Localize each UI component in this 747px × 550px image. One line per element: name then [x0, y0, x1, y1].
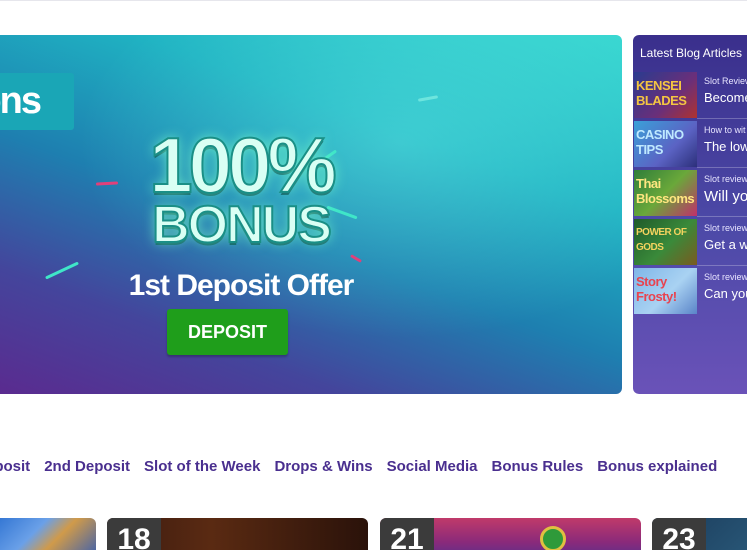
- tab-1st-deposit[interactable]: eposit: [0, 456, 30, 478]
- article-category: Slot Review: [704, 76, 747, 86]
- card-day-number: 21: [380, 518, 434, 550]
- bonus-title: BONUS: [151, 196, 333, 254]
- blog-article[interactable]: POWER OF GODS Slot review Get a wi: [633, 219, 747, 266]
- blog-panel: Latest Blog Articles KENSEI BLADES Slot …: [633, 35, 747, 394]
- thumbnail-caption: CASINO TIPS: [636, 127, 684, 157]
- article-thumbnail[interactable]: KENSEI BLADES: [634, 72, 697, 118]
- thumbnail-caption: Story Frosty!: [636, 274, 677, 304]
- promo-card[interactable]: 23: [652, 518, 747, 550]
- article-category: Slot review: [704, 272, 747, 282]
- thumbnail-caption: Thai Blossoms: [636, 176, 695, 206]
- blog-panel-title: Latest Blog Articles: [640, 46, 743, 60]
- promotion-tabs: eposit 2nd Deposit Slot of the Week Drops &…: [0, 456, 731, 478]
- blog-article[interactable]: Story Frosty! Slot review Can you: [633, 268, 747, 315]
- article-thumbnail[interactable]: Thai Blossoms: [634, 170, 697, 216]
- article-headline[interactable]: Become: [704, 90, 747, 105]
- article-category: How to wit: [704, 125, 746, 135]
- article-category: Slot review: [704, 223, 747, 233]
- article-thumbnail[interactable]: POWER OF GODS: [634, 219, 697, 265]
- promotions-ribbon: ons: [0, 73, 74, 130]
- promo-card[interactable]: 21: [380, 518, 641, 550]
- tab-drops-and-wins[interactable]: Drops & Wins: [274, 456, 372, 478]
- blog-article[interactable]: KENSEI BLADES Slot Review Become: [633, 72, 747, 119]
- blog-article[interactable]: CASINO TIPS How to wit The low: [633, 121, 747, 168]
- tab-social-media[interactable]: Social Media: [387, 456, 478, 478]
- deposit-button[interactable]: DEPOSIT: [167, 309, 288, 355]
- ribbon-label: ons: [0, 80, 42, 122]
- page: ons 100% BONUS 1st Deposit Offer DEPOSIT…: [0, 0, 747, 550]
- article-headline[interactable]: The low: [704, 139, 747, 154]
- tab-bonus-rules[interactable]: Bonus Rules: [492, 456, 584, 478]
- card-day-number: 23: [652, 518, 706, 550]
- tab-2nd-deposit[interactable]: 2nd Deposit: [44, 456, 130, 478]
- tab-slot-of-the-week[interactable]: Slot of the Week: [144, 456, 260, 478]
- card-artwork: [540, 526, 566, 550]
- thumbnail-caption: KENSEI BLADES: [636, 78, 687, 108]
- article-divider: [697, 167, 747, 168]
- blog-article[interactable]: Thai Blossoms Slot review Will yo: [633, 170, 747, 217]
- header-divider: [0, 0, 747, 1]
- thumbnail-caption: POWER OF GODS: [636, 227, 687, 253]
- article-thumbnail[interactable]: CASINO TIPS: [634, 121, 697, 167]
- article-headline[interactable]: Get a wi: [704, 237, 747, 252]
- promo-card[interactable]: [0, 518, 96, 550]
- article-divider: [697, 118, 747, 119]
- card-day-number: 18: [107, 518, 161, 550]
- offer-text: 1st Deposit Offer: [128, 269, 355, 302]
- article-category: Slot review: [704, 174, 747, 184]
- article-headline[interactable]: Can you: [704, 286, 747, 301]
- bonus-percent: 100%: [148, 121, 338, 209]
- tab-bonus-explained[interactable]: Bonus explained: [597, 456, 717, 478]
- promo-banner[interactable]: ons 100% BONUS 1st Deposit Offer DEPOSIT: [0, 35, 622, 394]
- article-headline[interactable]: Will yo: [704, 188, 747, 205]
- promo-card[interactable]: 18: [107, 518, 368, 550]
- article-thumbnail[interactable]: Story Frosty!: [634, 268, 697, 314]
- article-divider: [697, 216, 747, 217]
- article-divider: [697, 265, 747, 266]
